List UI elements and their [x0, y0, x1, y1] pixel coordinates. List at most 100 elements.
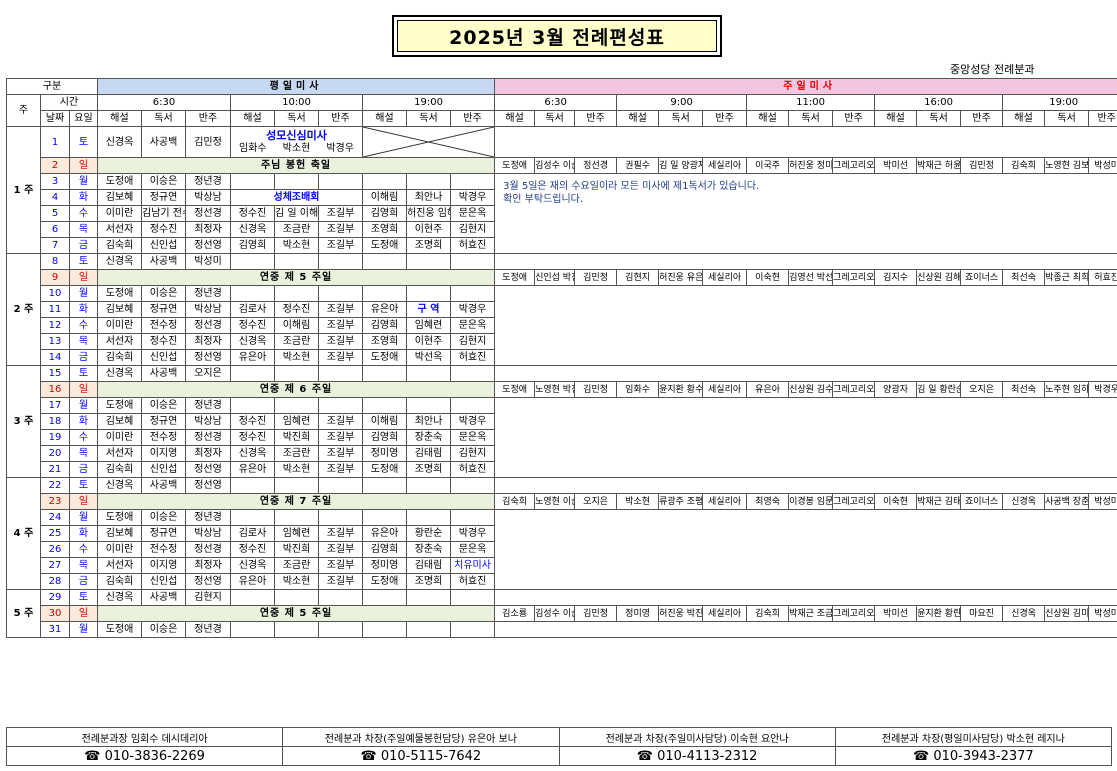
assignee: 허효진 [449, 573, 496, 590]
header-role: 반주 [1088, 110, 1117, 127]
sunday-assignee: 김숙희 [746, 605, 790, 622]
empty-cell [230, 621, 275, 638]
header-time: 시간 [40, 94, 98, 111]
sunday-assignee: 김지수 [874, 269, 918, 286]
sunday-assignee: 김 일 황란순 [916, 381, 962, 398]
dow-cell: 일 [69, 157, 98, 174]
empty-cell [318, 253, 363, 270]
assignee: 이승은 [141, 509, 186, 526]
dow-cell: 수 [69, 541, 98, 558]
assignee: 정규연 [141, 413, 186, 430]
assignee: 박상남 [185, 189, 231, 206]
assignee: 정미영 [362, 557, 407, 574]
dow-cell: 수 [69, 205, 98, 222]
assignee: 장춘숙 [406, 541, 451, 558]
assignee: 도정애 [362, 349, 407, 366]
assignee: 신인섭 [141, 461, 186, 478]
schedule-table: 구분 평일미사 주일미사 주 시간 6:30 10:00 19:00 6:30 9:00 11:00… [6, 78, 1117, 638]
assignee: 정년경 [185, 397, 231, 414]
sunday-assignee: 김영선 박선옥 [788, 269, 834, 286]
assignee: 전수정 [141, 541, 186, 558]
header-role: 반주 [960, 110, 1004, 127]
date-cell: 4 [40, 189, 70, 206]
empty-cell [449, 477, 496, 494]
assignee: 김영희 [362, 205, 407, 222]
dow-cell: 화 [69, 301, 98, 318]
header-role: 독서 [534, 110, 576, 127]
sunday-assignee: 허진웅 유은아 [658, 269, 704, 286]
assignee: 유은아 [362, 525, 407, 542]
assignee: 최정자 [185, 221, 231, 238]
assignee: 김숙희 [97, 461, 142, 478]
empty-cell [449, 589, 496, 606]
assignee: 조길부 [318, 573, 363, 590]
assignee: 정선영 [185, 461, 231, 478]
empty-cell [274, 173, 319, 190]
date-cell: 1 [40, 126, 70, 158]
empty-cell [362, 589, 407, 606]
assignee: 이지영 [141, 445, 186, 462]
header-role: 독서 [658, 110, 704, 127]
dow-cell: 화 [69, 413, 98, 430]
header-sunday-mass: 주일미사 [494, 78, 1117, 95]
assignee: 신경옥 [97, 477, 142, 494]
sunday-assignee: 허진웅 정미영 [788, 157, 834, 174]
empty-cell [406, 589, 451, 606]
assignee: 문은옥 [449, 205, 496, 222]
footer-label: 전례분과장 임회수 데시데리아 [5, 727, 284, 747]
assignee: 조명희 [406, 573, 451, 590]
header-time-slot: 6:30 [97, 94, 231, 111]
dow-cell: 월 [69, 173, 98, 190]
header-role: 해설 [1002, 110, 1046, 127]
assignee: 장춘숙 [406, 429, 451, 446]
assignee: 조길부 [318, 349, 363, 366]
header-date: 날짜 [40, 110, 70, 127]
assignee: 김보혜 [97, 525, 142, 542]
header-time-slot: 11:00 [746, 94, 876, 111]
header-role: 해설 [494, 110, 536, 127]
dow-cell: 목 [69, 557, 98, 574]
header-time-slot: 10:00 [230, 94, 363, 111]
dow-cell: 일 [69, 605, 98, 622]
assignee: 최안나 [406, 413, 451, 430]
assignee: 김현지 [449, 445, 496, 462]
date-cell: 19 [40, 429, 70, 446]
date-cell: 27 [40, 557, 70, 574]
empty-cell [274, 509, 319, 526]
assignee: 이지영 [141, 557, 186, 574]
assignee: 사공백 [141, 365, 186, 382]
sunday-assignee: 세실리아 [702, 605, 748, 622]
assignee: 신인섭 [141, 237, 186, 254]
empty-cell [230, 285, 275, 302]
sunday-assignee: 도정애 [494, 269, 536, 286]
empty-cell [274, 285, 319, 302]
empty-cell [449, 365, 496, 382]
empty-cell [318, 365, 363, 382]
sunday-assignee: 김숙희 [1002, 157, 1046, 174]
assignee: 박상남 [185, 413, 231, 430]
assignee: 조길부 [318, 445, 363, 462]
date-cell: 6 [40, 221, 70, 238]
empty-sunday-area [494, 621, 1117, 638]
header-role: 독서 [141, 110, 186, 127]
assignee: 김로사 [230, 301, 275, 318]
header-role: 반주 [702, 110, 748, 127]
date-cell: 22 [40, 477, 70, 494]
assignee: 이해림 [274, 317, 319, 334]
sunday-assignee: 권필수 [616, 157, 660, 174]
date-cell: 18 [40, 413, 70, 430]
assignee: 임혜련 [274, 413, 319, 430]
assignee: 박경우 [449, 189, 496, 206]
assignee: 김현지 [185, 589, 231, 606]
empty-cell [362, 477, 407, 494]
assignee: 신인섭 [141, 349, 186, 366]
assignee: 조금란 [274, 445, 319, 462]
assignee: 박경우 [326, 143, 354, 154]
header-time-slot: 19:00 [1002, 94, 1117, 111]
empty-cell [274, 621, 319, 638]
department-label: 중앙성당 전례분과 [950, 63, 1035, 76]
assignee: 박성미 [185, 253, 231, 270]
assignee: 박상남 [185, 301, 231, 318]
sunday-assignee: 신상원 김미정 [1044, 605, 1090, 622]
sunday-assignee: 이숙현 [746, 269, 790, 286]
